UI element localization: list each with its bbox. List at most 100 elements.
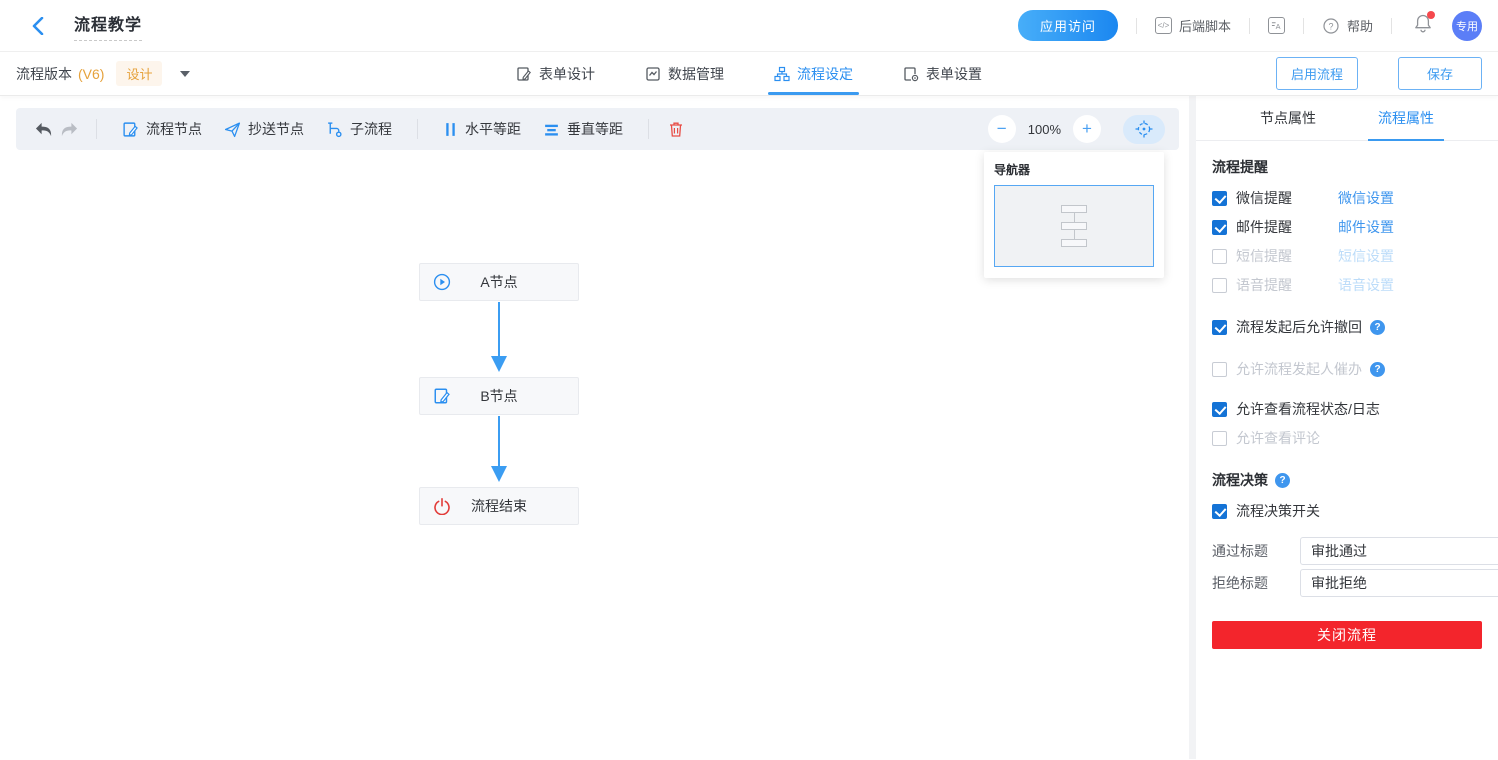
voice-reminder-checkbox[interactable]	[1212, 278, 1227, 293]
wechat-reminder-checkbox[interactable]	[1212, 191, 1227, 206]
mini-node	[1061, 205, 1087, 213]
add-subflow-button[interactable]: 子流程	[326, 119, 392, 139]
form-edit-icon	[516, 66, 532, 82]
version-number: (V6)	[78, 66, 104, 82]
horizontal-distribute-button[interactable]: 水平等距	[443, 119, 521, 139]
version-dropdown-caret[interactable]	[180, 71, 190, 77]
decision-section-title: 流程决策 ?	[1212, 470, 1482, 490]
sms-reminder-checkbox[interactable]	[1212, 249, 1227, 264]
option-row-urge: 允许流程发起人催办 ?	[1212, 361, 1482, 377]
flow-node-icon	[122, 121, 139, 138]
chevron-left-icon	[32, 17, 44, 35]
backend-script-button[interactable]: </> 后端脚本	[1155, 16, 1231, 35]
allow-urge-checkbox[interactable]	[1212, 362, 1227, 377]
tab-flow-settings[interactable]: 流程设定	[772, 52, 855, 95]
divider	[1136, 18, 1137, 34]
flow-node-end[interactable]: 流程结束	[419, 487, 579, 525]
undo-button[interactable]	[30, 116, 56, 142]
svg-text:?: ?	[1328, 21, 1333, 31]
undo-icon	[34, 121, 53, 138]
language-button[interactable]: A	[1268, 17, 1285, 34]
flow-node-a[interactable]: A节点	[419, 263, 579, 301]
close-flow-button[interactable]: 关闭流程	[1212, 621, 1482, 649]
add-cc-node-button[interactable]: 抄送节点	[224, 119, 304, 139]
panel-divider	[1189, 96, 1196, 759]
properties-panel: 节点属性 流程属性 流程提醒 微信提醒 微信设置 邮件提醒 邮件设置 短信提醒 …	[1196, 96, 1498, 759]
trash-icon	[668, 121, 684, 138]
reminder-row-wechat: 微信提醒 微信设置	[1212, 190, 1482, 206]
pass-title-input[interactable]	[1300, 537, 1498, 565]
zoom-out-button[interactable]: −	[988, 115, 1016, 143]
subflow-branch-icon	[326, 121, 343, 138]
tab-node-properties[interactable]: 节点属性	[1260, 96, 1316, 140]
zoom-in-button[interactable]: +	[1073, 115, 1101, 143]
enable-flow-button[interactable]: 启用流程	[1276, 57, 1358, 90]
language-icon: A	[1268, 17, 1285, 34]
horizontal-spacing-icon	[443, 121, 458, 138]
sms-settings-link[interactable]: 短信设置	[1338, 246, 1394, 266]
node-label: A节点	[420, 264, 578, 300]
divider	[96, 119, 97, 139]
design-status-tag: 设计	[116, 61, 162, 86]
help-icon[interactable]: ?	[1275, 473, 1290, 488]
flow-node-b[interactable]: B节点	[419, 377, 579, 415]
pass-title-label: 通过标题	[1212, 541, 1300, 561]
panel-tabs: 节点属性 流程属性	[1196, 96, 1498, 141]
svg-text:A: A	[1276, 22, 1281, 31]
navigator-minimap	[1061, 205, 1087, 247]
back-button[interactable]	[24, 12, 52, 40]
data-chart-icon	[645, 66, 661, 82]
view-status-checkbox[interactable]	[1212, 402, 1227, 417]
navigator-title: 导航器	[994, 161, 1154, 178]
question-circle-icon: ?	[1322, 17, 1340, 35]
help-icon[interactable]: ?	[1370, 320, 1385, 335]
option-row-view-status: 允许查看流程状态/日志	[1212, 401, 1482, 417]
tab-form-design[interactable]: 表单设计	[514, 52, 597, 95]
delete-button[interactable]	[663, 116, 689, 142]
help-icon[interactable]: ?	[1370, 362, 1385, 377]
version-group: 流程版本 (V6) 设计	[16, 61, 190, 86]
email-reminder-checkbox[interactable]	[1212, 220, 1227, 235]
reminder-section-title: 流程提醒	[1212, 157, 1482, 177]
view-comments-checkbox[interactable]	[1212, 431, 1227, 446]
divider	[648, 119, 649, 139]
navigator-toggle-button[interactable]	[1123, 115, 1165, 144]
notifications-button[interactable]	[1414, 13, 1432, 38]
allow-withdraw-checkbox[interactable]	[1212, 320, 1227, 335]
flow-canvas[interactable]: 流程节点 抄送节点 子流程 水平等距 垂直等距	[0, 96, 1189, 759]
navigator-panel: 导航器	[984, 152, 1164, 278]
voice-settings-link[interactable]: 语音设置	[1338, 275, 1394, 295]
reject-title-label: 拒绝标题	[1212, 573, 1300, 593]
paper-plane-icon	[224, 121, 241, 138]
divider	[417, 119, 418, 139]
wechat-settings-link[interactable]: 微信设置	[1338, 188, 1394, 208]
redo-button[interactable]	[56, 116, 82, 142]
code-icon: </>	[1155, 17, 1172, 34]
email-settings-link[interactable]: 邮件设置	[1338, 217, 1394, 237]
tab-form-settings[interactable]: 表单设置	[901, 52, 984, 95]
save-button[interactable]: 保存	[1398, 57, 1482, 90]
node-label: B节点	[420, 378, 578, 414]
app-access-button[interactable]: 应用访问	[1018, 10, 1118, 41]
option-row-view-comments: 允许查看评论	[1212, 430, 1482, 446]
tab-data-management[interactable]: 数据管理	[643, 52, 726, 95]
reject-title-input[interactable]	[1300, 569, 1498, 597]
vertical-distribute-button[interactable]: 垂直等距	[543, 119, 623, 139]
mini-node	[1061, 239, 1087, 247]
divider	[1303, 18, 1304, 34]
decision-switch-checkbox[interactable]	[1212, 504, 1227, 519]
notification-dot	[1427, 11, 1435, 19]
tab-flow-properties[interactable]: 流程属性	[1378, 96, 1434, 140]
mini-node	[1061, 222, 1087, 230]
canvas-toolbar: 流程节点 抄送节点 子流程 水平等距 垂直等距	[16, 108, 1179, 150]
avatar[interactable]: 专用	[1452, 11, 1482, 41]
org-chart-icon	[774, 66, 790, 82]
vertical-spacing-icon	[543, 122, 560, 137]
navigator-viewport[interactable]	[994, 185, 1154, 267]
redo-icon	[60, 121, 79, 138]
top-header: 流程教学 应用访问 </> 后端脚本 A ? 帮助 专用	[0, 0, 1498, 52]
reject-title-field-row: 拒绝标题	[1212, 569, 1482, 597]
module-tabs: 表单设计 数据管理 流程设定 表单设置	[514, 52, 984, 95]
help-button[interactable]: ? 帮助	[1322, 16, 1373, 35]
add-flow-node-button[interactable]: 流程节点	[122, 119, 202, 139]
